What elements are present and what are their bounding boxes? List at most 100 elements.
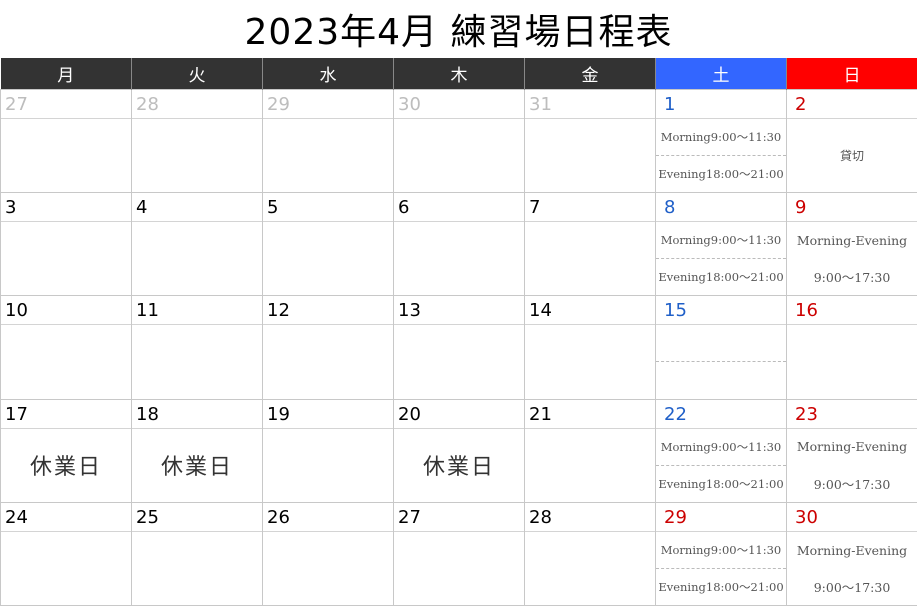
morning-slot xyxy=(656,325,786,361)
session-label: Morning-Evening xyxy=(796,232,908,248)
time-slots: Morning-Evening 9:00～17:30 xyxy=(787,222,917,295)
day-number: 8 xyxy=(656,193,786,223)
evening-slot: Evening18:00～21:00 xyxy=(656,155,786,192)
reserved-note: 貸切 xyxy=(839,149,864,163)
day-number: 14 xyxy=(525,296,655,326)
day-cell[interactable]: 2 貸切 xyxy=(786,88,917,194)
day-number: 28 xyxy=(525,503,655,532)
session-time: 9:00～17:30 xyxy=(813,580,891,595)
day-cell[interactable]: 15 xyxy=(655,295,787,400)
day-number: 13 xyxy=(394,296,524,326)
day-cell[interactable]: 22 Morning9:00～11:30 Evening18:00～21:00 xyxy=(655,398,787,503)
day-cell[interactable]: 26 xyxy=(262,501,394,606)
day-number: 15 xyxy=(656,296,786,326)
day-number: 11 xyxy=(132,296,262,326)
day-number: 18 xyxy=(132,400,262,429)
day-number: 7 xyxy=(525,193,655,223)
weekday-header-tue: 火 xyxy=(131,58,263,90)
calendar-table: 月 火 水 木 金 土 日 27 28 29 30 31 1 Morning9:00～11:… xyxy=(0,58,917,606)
day-cell[interactable]: 19 xyxy=(262,398,394,503)
day-cell[interactable]: 11 xyxy=(131,295,263,400)
week-row: 24 25 26 27 28 29 Morning9:00～11:30 Evening18:0… xyxy=(0,501,917,606)
weekday-header-mon: 月 xyxy=(0,58,132,90)
day-cell[interactable]: 29 xyxy=(262,88,394,194)
day-cell[interactable]: 28 xyxy=(131,88,263,194)
day-number: 10 xyxy=(1,296,131,326)
day-number: 25 xyxy=(132,503,262,532)
session-label: Morning-Evening xyxy=(796,439,908,455)
day-number: 23 xyxy=(787,400,917,429)
week-row: 10 11 12 13 14 15 16 xyxy=(0,295,917,400)
day-cell[interactable]: 9 Morning-Evening 9:00～17:30 xyxy=(786,192,917,297)
page-title: 2023年4月 練習場日程表 xyxy=(244,12,673,53)
day-number: 20 xyxy=(394,400,524,429)
day-cell[interactable]: 20 休業日 xyxy=(393,398,525,503)
day-number: 31 xyxy=(525,90,655,119)
weekday-header-thu: 木 xyxy=(393,58,525,90)
time-slots: Morning-Evening 9:00～17:30 xyxy=(787,532,917,605)
evening-slot: Evening18:00～21:00 xyxy=(656,464,786,502)
day-number: 4 xyxy=(132,193,262,223)
day-number: 29 xyxy=(656,503,786,532)
day-cell[interactable]: 16 xyxy=(786,295,917,400)
day-cell[interactable]: 4 xyxy=(131,192,263,297)
day-number: 19 xyxy=(263,400,393,429)
day-cell[interactable]: 25 xyxy=(131,501,263,606)
day-cell[interactable]: 18 休業日 xyxy=(131,398,263,503)
holiday-label: 休業日 xyxy=(422,455,495,481)
time-slots xyxy=(656,325,786,398)
time-slots: Morning9:00～11:30 Evening18:00～21:00 xyxy=(656,119,786,192)
day-number: 24 xyxy=(1,503,131,532)
day-cell[interactable]: 8 Morning9:00～11:30 Evening18:00～21:00 xyxy=(655,192,787,297)
day-cell[interactable]: 30 xyxy=(393,88,525,194)
day-cell[interactable]: 10 xyxy=(0,295,132,400)
holiday-label: 休業日 xyxy=(29,455,102,481)
day-cell[interactable]: 13 xyxy=(393,295,525,400)
session-time: 9:00～17:30 xyxy=(813,270,891,286)
session-time: 9:00～17:30 xyxy=(813,476,891,492)
day-cell[interactable]: 5 xyxy=(262,192,394,297)
day-cell[interactable]: 24 xyxy=(0,501,132,606)
evening-slot: Evening18:00～21:00 xyxy=(656,258,786,295)
morning-slot: Morning9:00～11:30 xyxy=(660,542,782,557)
day-number: 3 xyxy=(1,193,131,223)
weekday-header-fri: 金 xyxy=(524,58,656,90)
day-number: 26 xyxy=(263,503,393,532)
day-cell[interactable]: 23 Morning-Evening 9:00～17:30 xyxy=(786,398,917,503)
day-cell[interactable]: 17 休業日 xyxy=(0,398,132,503)
day-cell[interactable]: 21 xyxy=(524,398,656,503)
day-cell[interactable]: 31 xyxy=(524,88,656,194)
day-cell[interactable]: 3 xyxy=(0,192,132,297)
day-number: 21 xyxy=(525,400,655,429)
day-cell[interactable]: 7 xyxy=(524,192,656,297)
evening-slot xyxy=(656,361,786,398)
day-cell[interactable]: 27 xyxy=(0,88,132,194)
day-cell[interactable]: 6 xyxy=(393,192,525,297)
day-number: 30 xyxy=(787,503,917,532)
day-number: 2 xyxy=(787,90,917,119)
day-cell[interactable]: 12 xyxy=(262,295,394,400)
day-number: 29 xyxy=(263,90,393,119)
morning-slot: Morning9:00～11:30 xyxy=(660,233,782,248)
day-number: 16 xyxy=(787,296,917,326)
day-number: 12 xyxy=(263,296,393,326)
day-cell[interactable]: 30 Morning-Evening 9:00～17:30 xyxy=(786,501,917,606)
time-slots: Morning9:00～11:30 Evening18:00～21:00 xyxy=(656,222,786,295)
day-cell[interactable]: 14 xyxy=(524,295,656,400)
day-cell[interactable]: 1 Morning9:00～11:30 Evening18:00～21:00 xyxy=(655,88,787,194)
morning-slot: Morning9:00～11:30 xyxy=(660,130,782,144)
day-number: 27 xyxy=(1,90,131,119)
evening-slot: Evening18:00～21:00 xyxy=(656,567,786,605)
day-number: 6 xyxy=(394,193,524,223)
holiday-label: 休業日 xyxy=(160,455,233,481)
weekday-header-wed: 水 xyxy=(262,58,394,90)
time-slots: Morning-Evening 9:00～17:30 xyxy=(787,429,917,502)
time-slots: Morning9:00～11:30 Evening18:00～21:00 xyxy=(656,532,786,605)
day-cell[interactable]: 28 xyxy=(524,501,656,606)
day-cell[interactable]: 29 Morning9:00～11:30 Evening18:00～21:00 xyxy=(655,501,787,606)
weekday-header-row: 月 火 水 木 金 土 日 xyxy=(0,58,917,90)
day-number: 28 xyxy=(132,90,262,119)
day-cell[interactable]: 27 xyxy=(393,501,525,606)
week-row: 3 4 5 6 7 8 Morning9:00～11:30 Evening18:00～21:0… xyxy=(0,192,917,297)
weekday-header-sun: 日 xyxy=(786,58,917,90)
